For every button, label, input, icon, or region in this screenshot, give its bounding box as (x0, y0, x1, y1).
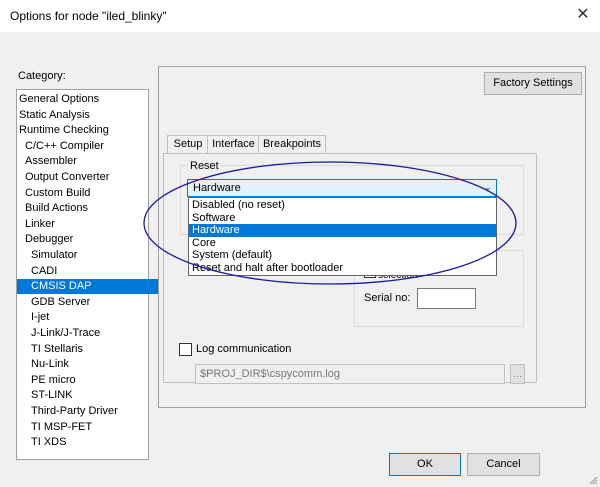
browse-button: ... (510, 364, 525, 384)
log-communication-label[interactable]: Log communication (196, 343, 291, 355)
reset-option[interactable]: Hardware (189, 224, 496, 237)
category-item[interactable]: TI MSP-FET (31, 420, 148, 435)
log-path-input: $PROJ_DIR$\cspycomm.log (195, 364, 505, 384)
category-item[interactable]: CMSIS DAP (17, 279, 162, 295)
category-item[interactable]: C/C++ Compiler (25, 139, 148, 154)
resize-grip-icon[interactable] (588, 475, 598, 485)
close-icon[interactable]: ✕ (572, 4, 594, 26)
category-item[interactable]: J-Link/J-Trace (31, 326, 148, 341)
tab-setup[interactable]: Setup (167, 135, 209, 154)
category-item[interactable]: Custom Build (25, 186, 148, 201)
category-item[interactable]: CADI (31, 264, 148, 279)
category-item[interactable]: Third-Party Driver (31, 404, 148, 419)
reset-dropdown-list[interactable]: Disabled (no reset) Software Hardware Core S… (188, 197, 497, 276)
factory-settings-button[interactable]: Factory Settings (484, 72, 582, 95)
category-item[interactable]: Assembler (25, 154, 148, 169)
window-title: Options for node "iled_blinky" (10, 9, 167, 23)
reset-option[interactable]: Disabled (no reset) (189, 199, 496, 212)
category-item[interactable]: Build Actions (25, 201, 148, 216)
category-item[interactable]: ST-LINK (31, 388, 148, 403)
reset-combobox[interactable]: Hardware (187, 179, 497, 197)
category-item[interactable]: Linker (25, 217, 148, 232)
category-list[interactable]: General Options Static Analysis Runtime Ch… (16, 89, 162, 460)
category-item[interactable]: I-jet (31, 310, 148, 325)
tab-interface[interactable]: Interface (207, 135, 260, 154)
category-item[interactable]: TI Stellaris (31, 342, 148, 357)
category-item[interactable]: TI XDS (31, 435, 148, 450)
category-item[interactable]: GDB Server (31, 295, 148, 310)
serial-no-label: Serial no: (364, 292, 411, 304)
reset-option[interactable]: System (default) (189, 249, 496, 262)
reset-option[interactable]: Core (189, 237, 496, 250)
category-item[interactable]: Output Converter (25, 170, 148, 185)
category-item[interactable]: PE micro (31, 373, 148, 388)
category-label: Category: (18, 70, 66, 82)
category-item[interactable]: Simulator (31, 248, 148, 263)
category-item[interactable]: Nu-Link (31, 357, 148, 372)
chevron-down-icon[interactable]: ⌄ (481, 181, 495, 195)
ok-button[interactable]: OK (389, 453, 461, 476)
cancel-button[interactable]: Cancel (467, 453, 540, 476)
category-item[interactable]: Debugger (25, 232, 148, 247)
reset-option[interactable]: Reset and halt after bootloader (189, 262, 496, 275)
serial-no-input[interactable] (417, 288, 476, 309)
category-item[interactable]: Static Analysis (19, 108, 148, 123)
reset-option[interactable]: Software (189, 212, 496, 225)
reset-label: Reset (188, 160, 221, 172)
category-item[interactable]: General Options (19, 92, 148, 107)
tab-breakpoints[interactable]: Breakpoints (258, 135, 326, 154)
log-communication-checkbox[interactable] (179, 343, 192, 356)
category-item[interactable]: Runtime Checking (19, 123, 148, 138)
